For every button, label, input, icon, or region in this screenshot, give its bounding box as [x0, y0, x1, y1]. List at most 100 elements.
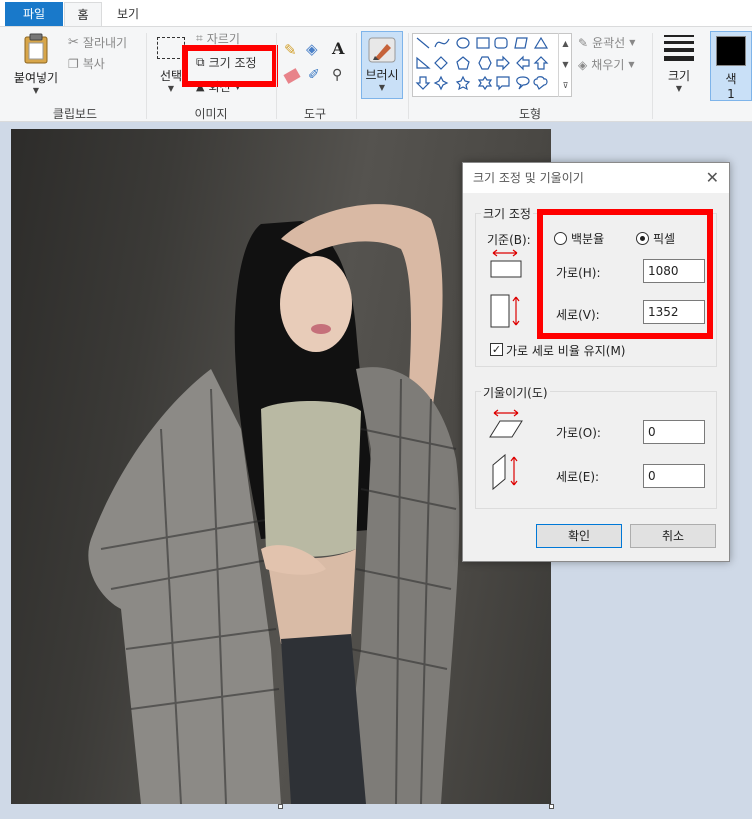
group-separator [276, 33, 277, 119]
arrow-down-shape-icon [415, 76, 431, 90]
copy-button[interactable]: ❐ 복사 [68, 55, 105, 72]
color-picker-icon[interactable]: ✐ [308, 67, 320, 83]
chevron-down-icon: ▼ [378, 83, 386, 92]
crop-icon: ⌗ [196, 31, 203, 45]
rounded-rect-shape-icon [494, 37, 508, 49]
brushes-label: 브러시 [365, 68, 399, 82]
star-4-shape-icon [433, 75, 449, 91]
horizontal-resize-icon [490, 249, 522, 278]
group-separator [652, 33, 653, 119]
line-shape-icon [416, 37, 430, 49]
magnifier-icon[interactable]: ⚲ [332, 67, 342, 83]
size-button[interactable]: 크기 ▼ [658, 33, 700, 99]
clipboard-icon [24, 33, 48, 64]
shapes-gallery [412, 33, 572, 97]
rectangle-shape-icon [476, 37, 490, 49]
vertical-resize-icon [490, 294, 520, 328]
scissors-icon: ✂ [68, 35, 79, 50]
eraser-icon[interactable] [283, 68, 301, 84]
brushes-button[interactable]: 브러시 ▼ [361, 31, 403, 99]
color1-button[interactable]: 색 1 [710, 31, 752, 101]
curve-shape-icon [434, 38, 450, 48]
clipboard-group-label: 클립보드 [52, 107, 98, 121]
image-group-label: 이미지 [194, 107, 228, 121]
right-triangle-shape-icon [416, 56, 431, 69]
canvas-resize-handle-corner[interactable] [549, 804, 554, 809]
star-5-shape-icon [455, 75, 471, 91]
pencil-icon[interactable]: ✎ [284, 41, 297, 59]
gallery-expand-icon[interactable]: ⊽ [559, 75, 572, 96]
star-6-shape-icon [477, 75, 493, 91]
vertical-skew-icon [492, 453, 518, 491]
resize-section-label: 크기 조정 [481, 205, 533, 222]
size-label: 크기 [667, 69, 691, 83]
tools-group-label: 도구 [303, 107, 327, 121]
triangle-shape-icon [533, 36, 549, 49]
pixel-fields-highlight [537, 209, 713, 339]
arrow-left-shape-icon [516, 55, 530, 71]
shapes-group-label: 도형 [518, 107, 542, 121]
copy-icon: ❐ [68, 56, 79, 71]
ribbon: 붙여넣기 ▼ ✂ 잘라내기 ❐ 복사 클립보드 선택 ▼ ⌗ 자르기 ⧉ 크기 … [0, 26, 752, 122]
scroll-up-icon[interactable]: ▲ [559, 33, 572, 54]
keep-ratio-label: 가로 세로 비율 유지(M) [506, 344, 626, 358]
skew-horizontal-input[interactable]: 0 [643, 420, 705, 444]
outline-label: 윤곽선 [592, 36, 626, 50]
cut-button[interactable]: ✂ 잘라내기 [68, 34, 127, 51]
resize-highlight [182, 45, 278, 87]
copy-label: 복사 [82, 57, 105, 71]
keep-ratio-checkbox[interactable]: ✓ [490, 343, 503, 356]
close-icon[interactable]: ✕ [706, 163, 719, 193]
callout-cloud-shape-icon [533, 76, 548, 90]
skew-vertical-label: 세로(E): [556, 470, 600, 484]
chevron-down-icon: ▼ [629, 38, 636, 47]
skew-vertical-input[interactable]: 0 [643, 464, 705, 488]
chevron-down-icon: ▼ [675, 84, 683, 93]
fill-bucket-icon[interactable]: ◈ [306, 40, 318, 58]
tab-view[interactable]: 보기 [106, 2, 150, 26]
tab-home[interactable]: 홈 [64, 2, 102, 26]
callout-oval-shape-icon [516, 76, 530, 90]
selection-rect-icon [157, 37, 185, 59]
pentagon-shape-icon [456, 56, 470, 70]
color-label: 색 [725, 72, 737, 86]
by-label: 기준(B): [487, 233, 531, 247]
arrow-right-shape-icon [496, 55, 510, 71]
horizontal-skew-icon [489, 409, 523, 438]
tab-file[interactable]: 파일 [5, 2, 63, 26]
ok-button[interactable]: 확인 [536, 524, 622, 548]
group-separator [146, 33, 147, 119]
skew-horizontal-label: 가로(O): [556, 426, 601, 440]
fill-label: 채우기 [591, 58, 625, 72]
outline-button[interactable]: ✎ 윤곽선 ▼ [578, 34, 635, 51]
hexagon-shape-icon [478, 56, 492, 70]
cancel-button[interactable]: 취소 [630, 524, 716, 548]
chevron-down-icon: ▼ [628, 60, 635, 69]
brush-icon [368, 37, 396, 63]
paste-label: 붙여넣기 [13, 71, 59, 85]
callout-rect-shape-icon [496, 76, 510, 91]
resize-skew-dialog: 크기 조정 및 기울이기 ✕ 크기 조정 기준(B): 백분율 픽셀 가로(H)… [462, 162, 730, 562]
oval-shape-icon [456, 37, 470, 49]
paste-button[interactable]: 붙여넣기 ▼ [8, 33, 64, 99]
color-number: 1 [727, 87, 735, 101]
ribbon-tab-bar: 파일 홈 보기 [0, 0, 752, 26]
cut-label: 잘라내기 [82, 36, 128, 50]
fill-button[interactable]: ◈ 채우기 ▼ [578, 56, 635, 73]
group-separator [356, 33, 357, 119]
skew-section-label: 기울이기(도) [481, 384, 550, 401]
canvas-resize-handle-bottom[interactable] [278, 804, 283, 809]
group-separator [408, 33, 409, 119]
scroll-down-icon[interactable]: ▼ [559, 54, 572, 75]
line-width-icon [664, 35, 694, 61]
polygon-shape-icon [514, 37, 528, 49]
diamond-shape-icon [434, 56, 448, 70]
color-swatch [716, 36, 746, 66]
text-icon[interactable]: A [332, 39, 344, 58]
fill-icon: ◈ [578, 57, 588, 72]
shapes-gallery-scroll[interactable]: ▲ ▼ ⊽ [558, 33, 572, 97]
shapes-gallery-icons [415, 36, 549, 91]
dialog-title: 크기 조정 및 기울이기 [463, 163, 729, 193]
outline-icon: ✎ [578, 35, 589, 50]
arrow-up-shape-icon [533, 56, 549, 70]
